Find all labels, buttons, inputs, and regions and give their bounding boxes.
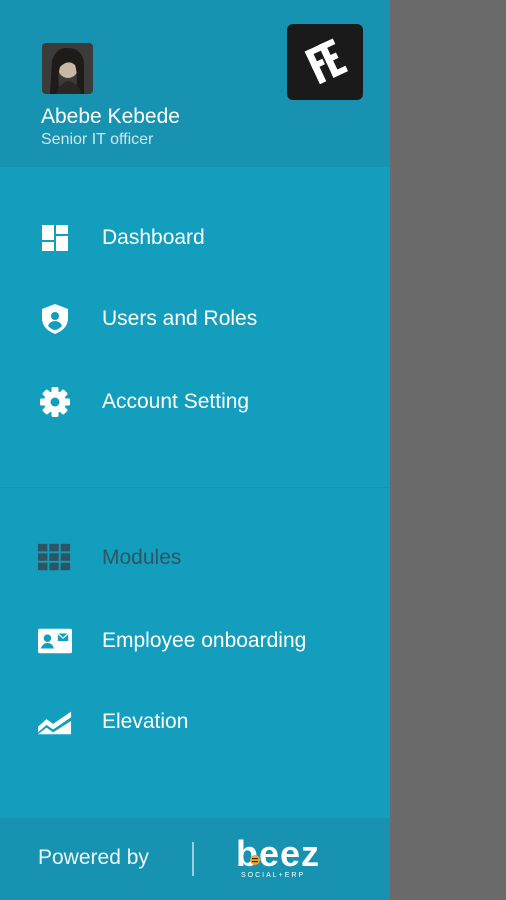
nav-item-users-and-roles[interactable]: Users and Roles [0,289,390,349]
nav-item-modules[interactable]: Modules [0,528,390,588]
drawer-scrim[interactable] [390,0,506,900]
powered-by-label: Powered by [38,846,149,869]
nav-label-account-setting: Account Setting [102,390,250,413]
id-card-icon [38,624,72,658]
bee-icon [250,855,260,865]
drawer-header: Abebe Kebede Senior IT officer [0,0,390,167]
user-role: Senior IT officer [41,131,154,148]
nav-item-account-setting[interactable]: Account Setting [0,372,390,432]
nav-item-elevation[interactable]: Elevation [0,692,390,752]
user-name: Abebe Kebede [41,105,180,128]
beez-tagline: SOCIAL+ERP [241,872,306,879]
footer-divider [192,842,194,876]
nav-item-employee-onboarding[interactable]: Employee onboarding [0,611,390,671]
modules-grid-icon [38,541,72,575]
beez-logo: beez SOCIAL+ERP [236,832,338,884]
dashboard-icon [38,221,72,255]
nav-label-employee-onboarding: Employee onboarding [102,629,307,652]
shield-user-icon [38,302,72,336]
nav-label-elevation: Elevation [102,710,189,733]
gear-icon [38,385,72,419]
drawer-footer: Powered by beez SOCIAL+ERP [0,818,390,900]
nav-label-dashboard: Dashboard [102,226,205,249]
nav-label-modules: Modules [102,546,182,569]
nav-item-dashboard[interactable]: Dashboard [0,208,390,268]
divider [0,487,390,488]
avatar[interactable] [42,43,93,94]
nav-label-users-and-roles: Users and Roles [102,307,258,330]
area-chart-icon [38,705,72,739]
navigation-drawer: Abebe Kebede Senior IT officer Dashboard… [0,0,390,900]
company-logo-icon [287,24,363,100]
